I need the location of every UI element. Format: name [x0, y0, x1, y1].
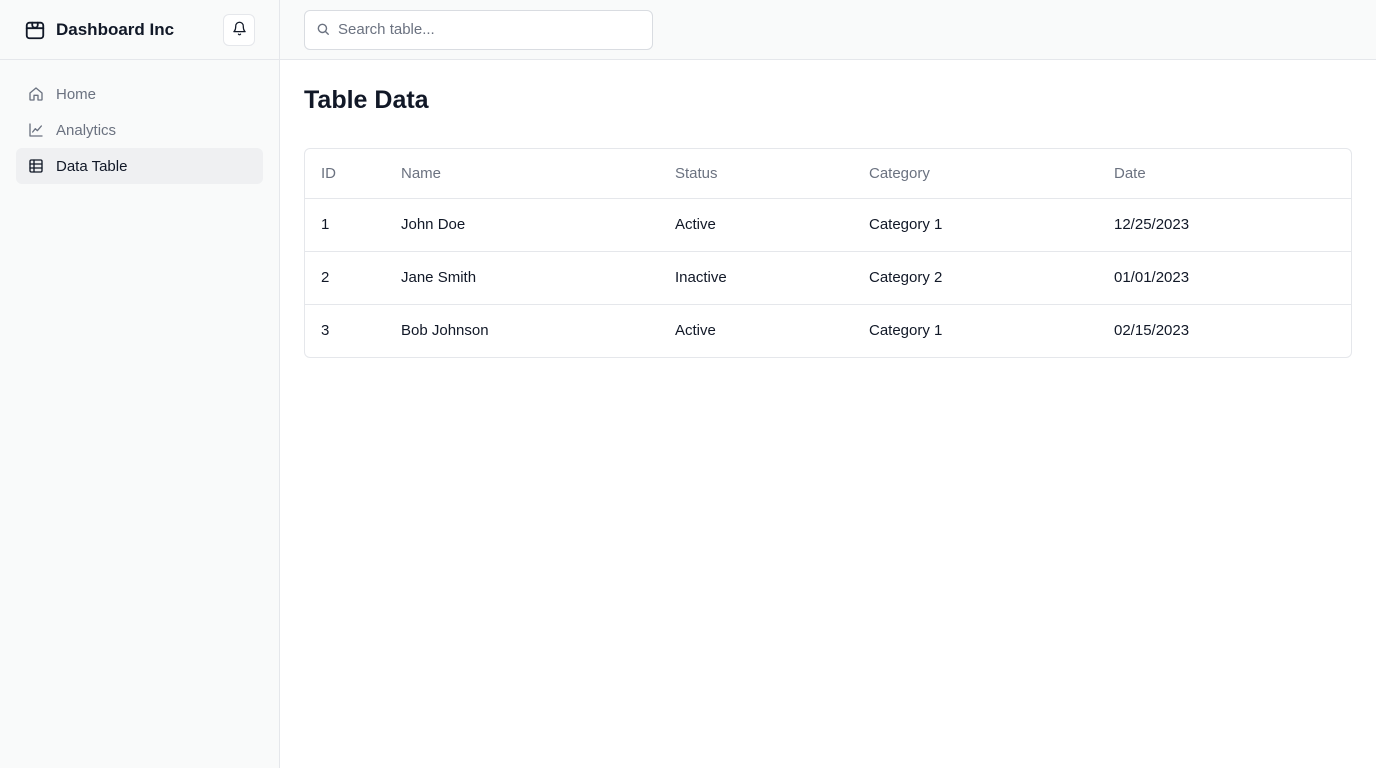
cell-status: Active: [675, 322, 716, 340]
column-header-date[interactable]: Date: [1098, 149, 1351, 199]
table-row[interactable]: 2 Jane Smith Inactive Category 2 01/01/2…: [305, 251, 1351, 305]
cell-category: Category 1: [853, 198, 1098, 252]
sidebar-item-data-table[interactable]: Data Table: [16, 148, 263, 184]
cell-date: 02/15/2023: [1114, 322, 1190, 340]
app-root: Dashboard Inc Home Analytics Data Table …: [0, 0, 1376, 768]
brand[interactable]: Dashboard Inc: [24, 19, 174, 41]
cell-name: John Doe: [385, 198, 659, 252]
column-header-status[interactable]: Status: [659, 149, 853, 199]
data-table: ID Name Status Category Date 1 John Doe …: [304, 148, 1352, 358]
topbar: [280, 0, 1376, 60]
cell-status: Active: [659, 198, 853, 252]
table-icon: [28, 158, 44, 174]
cell-id: 3: [321, 322, 330, 340]
column-header-category[interactable]: Category: [853, 149, 1098, 199]
line-chart-icon: [28, 122, 44, 138]
bell-icon: [232, 21, 247, 39]
page-title: Table Data: [304, 86, 429, 114]
content: Table Data ID Name Status Category Date: [280, 60, 1376, 382]
cell-id: 1: [305, 198, 385, 252]
main: Table Data ID Name Status Category Date: [280, 0, 1376, 768]
notifications-button[interactable]: [223, 13, 255, 46]
cell-date: 01/01/2023: [1098, 251, 1351, 305]
sidebar-item-label: Home: [56, 85, 97, 103]
sidebar-item-label: Data Table: [56, 157, 128, 175]
package-icon: [24, 19, 46, 41]
sidebar-nav: Home Analytics Data Table: [0, 60, 279, 200]
sidebar-item-home[interactable]: Home: [16, 76, 263, 112]
table-row[interactable]: 1 John Doe Active Category 1 12/25/2023: [305, 198, 1351, 252]
sidebar-item-analytics[interactable]: Analytics: [16, 112, 263, 148]
brand-name: Dashboard Inc: [56, 19, 175, 39]
cell-name: Jane Smith: [385, 251, 659, 305]
table-row[interactable]: 3 Bob Johnson Active Category 1 02/15/20…: [305, 304, 1351, 357]
sidebar-item-label: Analytics: [56, 121, 117, 139]
sidebar: Dashboard Inc Home Analytics Data Table: [0, 0, 280, 768]
sidebar-header: Dashboard Inc: [0, 0, 279, 60]
search-input[interactable]: [338, 21, 641, 38]
cell-category: Category 2: [853, 251, 1098, 305]
cell-id: 2: [305, 251, 385, 305]
column-header-name[interactable]: Name: [385, 149, 659, 199]
home-icon: [28, 86, 44, 102]
column-header-id[interactable]: ID: [305, 149, 385, 199]
search-box[interactable]: [304, 9, 653, 50]
cell-status: Inactive: [659, 251, 853, 305]
cell-date: 12/25/2023: [1098, 198, 1351, 252]
table-header-row: ID Name Status Category Date: [305, 149, 1351, 199]
search-icon: [316, 22, 330, 36]
cell-name: Bob Johnson: [401, 322, 489, 340]
cell-category: Category 1: [869, 322, 943, 340]
